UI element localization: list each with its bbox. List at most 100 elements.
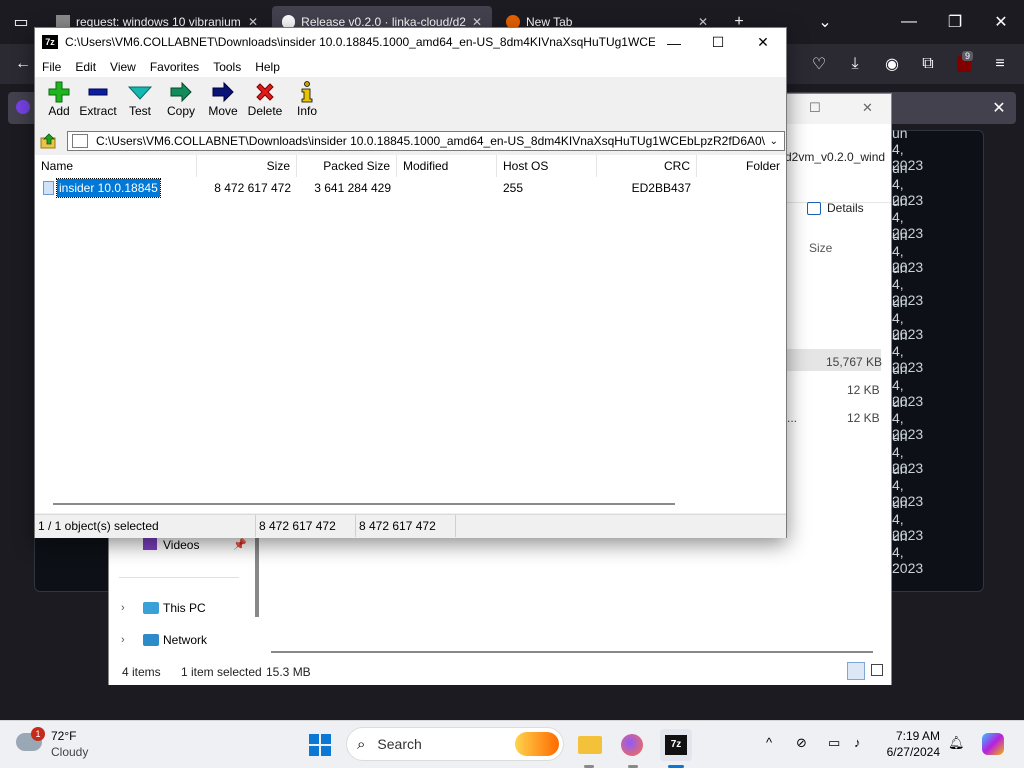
details-pane-icon[interactable] bbox=[807, 202, 821, 215]
status-bar: 1 / 1 object(s) selected 8 472 617 472 8… bbox=[35, 514, 786, 538]
clock-time[interactable]: 7:19 AM bbox=[886, 729, 940, 743]
volume-icon[interactable]: ♪ bbox=[854, 735, 861, 750]
menu-help[interactable]: Help bbox=[248, 60, 287, 74]
taskbar-search[interactable]: ⌕ Search bbox=[346, 727, 564, 761]
info-icon bbox=[300, 80, 314, 104]
close-notification-icon[interactable]: ✕ bbox=[984, 93, 1014, 123]
network-off-icon[interactable]: ⊘ bbox=[796, 735, 807, 751]
extension-badge: 9 bbox=[962, 51, 974, 61]
x-icon bbox=[254, 80, 276, 104]
path-combobox[interactable]: C:\Users\VM6.COLLABNET\Downloads\insider… bbox=[67, 131, 785, 151]
menu-hamburger-icon[interactable]: ≡ bbox=[985, 49, 1015, 79]
extensions-icon[interactable]: ⧉ bbox=[913, 49, 943, 79]
details-button[interactable]: Details bbox=[827, 201, 864, 215]
file-explorer-taskbar-icon[interactable] bbox=[574, 729, 606, 761]
pin-icon[interactable]: 📌 bbox=[233, 538, 247, 551]
delete-button[interactable]: Delete bbox=[245, 80, 285, 124]
delete-label: Delete bbox=[247, 104, 283, 118]
account-icon[interactable]: ◉ bbox=[877, 49, 907, 79]
search-icon: ⌕ bbox=[357, 735, 366, 753]
list-tabs-chevron-icon[interactable]: ⌄ bbox=[810, 7, 840, 37]
window-title: C:\Users\VM6.COLLABNET\Downloads\insider… bbox=[65, 35, 655, 49]
tray-overflow-chevron-icon[interactable]: ^ bbox=[766, 735, 772, 750]
list-horizontal-scrollbar[interactable] bbox=[53, 503, 675, 505]
close-browser-icon[interactable]: ✕ bbox=[978, 0, 1024, 44]
copilot-icon[interactable] bbox=[982, 733, 1004, 755]
column-crc[interactable]: CRC bbox=[597, 155, 697, 177]
size-column-header[interactable]: Size bbox=[809, 241, 832, 255]
column-modified[interactable]: Modified bbox=[397, 155, 497, 177]
menu-bar: File Edit View Favorites Tools Help bbox=[35, 57, 786, 77]
menu-view[interactable]: View bbox=[103, 60, 143, 74]
weather-alert-badge: 1 bbox=[31, 727, 45, 741]
notifications-bell-icon[interactable]: 🔔︎ bbox=[948, 735, 965, 751]
row-host-os: 255 bbox=[503, 181, 524, 195]
weather-temp[interactable]: 72°F bbox=[51, 729, 76, 743]
copy-label: Copy bbox=[166, 104, 195, 118]
test-button[interactable]: Test bbox=[123, 80, 157, 124]
nav-pane-scrollbar[interactable] bbox=[255, 537, 259, 617]
sevenzip-title-bar[interactable]: 7z C:\Users\VM6.COLLABNET\Downloads\insi… bbox=[35, 28, 786, 57]
pocket-icon[interactable]: ♡ bbox=[804, 49, 834, 79]
info-label: Info bbox=[296, 104, 317, 118]
menu-favorites[interactable]: Favorites bbox=[143, 60, 206, 74]
add-button[interactable]: Add bbox=[41, 80, 77, 124]
menu-tools[interactable]: Tools bbox=[206, 60, 248, 74]
videos-icon bbox=[143, 538, 157, 550]
maximize-button[interactable]: ☐ bbox=[695, 28, 741, 57]
explorer-status-bar: 4 items 1 item selected 15.3 MB bbox=[109, 657, 891, 685]
toolbar: Add Extract Test Copy Move Delete Info bbox=[35, 77, 786, 127]
explorer-maximize-icon[interactable]: ☐ bbox=[809, 100, 821, 116]
check-icon bbox=[128, 80, 152, 104]
nav-item-network[interactable]: Network bbox=[163, 633, 207, 647]
file-size: 12 KB bbox=[847, 411, 880, 425]
clock-date[interactable]: 6/27/2024 bbox=[882, 745, 940, 759]
move-label: Move bbox=[208, 104, 238, 118]
minimize-browser-icon[interactable]: — bbox=[886, 0, 932, 44]
weather-condition[interactable]: Cloudy bbox=[51, 745, 88, 759]
truncated-name: ... bbox=[787, 411, 798, 425]
info-button[interactable]: Info bbox=[293, 80, 321, 124]
plus-icon bbox=[48, 80, 70, 104]
explorer-close-icon[interactable]: ✕ bbox=[862, 100, 873, 116]
column-host-os[interactable]: Host OS bbox=[497, 155, 597, 177]
details-view-icon[interactable] bbox=[847, 662, 865, 680]
tab-overview-icon[interactable]: ▭ bbox=[6, 7, 36, 37]
firefox-taskbar-icon[interactable] bbox=[616, 729, 648, 761]
column-size[interactable]: Size bbox=[197, 155, 297, 177]
file-size: 12 KB bbox=[847, 383, 880, 397]
nav-item-this-pc[interactable]: This PC bbox=[163, 601, 206, 615]
up-folder-icon[interactable] bbox=[40, 132, 58, 150]
minimize-button[interactable]: — bbox=[651, 28, 697, 57]
nav-item-videos[interactable]: Videos bbox=[163, 538, 199, 552]
tiles-view-icon[interactable] bbox=[871, 664, 883, 676]
menu-edit[interactable]: Edit bbox=[68, 60, 103, 74]
minus-icon bbox=[87, 80, 109, 104]
sevenzip-app-icon: 7z bbox=[42, 35, 58, 49]
move-button[interactable]: Move bbox=[206, 80, 240, 124]
nav-divider bbox=[119, 577, 239, 578]
downloads-icon[interactable]: ⤓ bbox=[840, 49, 870, 79]
add-label: Add bbox=[48, 104, 70, 118]
expand-network-chevron-icon[interactable]: › bbox=[121, 634, 125, 646]
sevenzip-taskbar-icon[interactable]: 7z bbox=[660, 729, 692, 761]
menu-file[interactable]: File bbox=[35, 60, 68, 74]
copy-button[interactable]: Copy bbox=[164, 80, 198, 124]
extract-button[interactable]: Extract bbox=[77, 80, 119, 124]
row-packed-size: 3 641 284 429 bbox=[314, 181, 391, 195]
close-button[interactable]: ✕ bbox=[740, 28, 786, 57]
path-dropdown-chevron-icon[interactable]: ⌄ bbox=[770, 136, 778, 147]
column-name[interactable]: Name bbox=[35, 155, 197, 177]
file-size: 15,767 KB bbox=[826, 355, 883, 369]
table-row[interactable]: insider 10.0.18845 8 472 617 472 3 641 2… bbox=[35, 178, 786, 198]
restore-browser-icon[interactable]: ❐ bbox=[932, 0, 978, 44]
expand-this-pc-chevron-icon[interactable]: › bbox=[121, 602, 125, 614]
horizontal-scrollbar[interactable] bbox=[271, 651, 873, 653]
column-packed-size[interactable]: Packed Size bbox=[297, 155, 397, 177]
address-bar: C:\Users\VM6.COLLABNET\Downloads\insider… bbox=[35, 128, 786, 154]
asset-dates-column: un 4, 2023 un 4, 2023 un 4, 2023 un 4, 2… bbox=[892, 125, 976, 576]
column-folder[interactable]: Folder bbox=[697, 155, 786, 177]
start-windows-icon[interactable] bbox=[304, 729, 336, 761]
file-list: Name Size Packed Size Modified Host OS C… bbox=[35, 155, 786, 513]
display-icon[interactable]: ▭ bbox=[828, 735, 840, 751]
